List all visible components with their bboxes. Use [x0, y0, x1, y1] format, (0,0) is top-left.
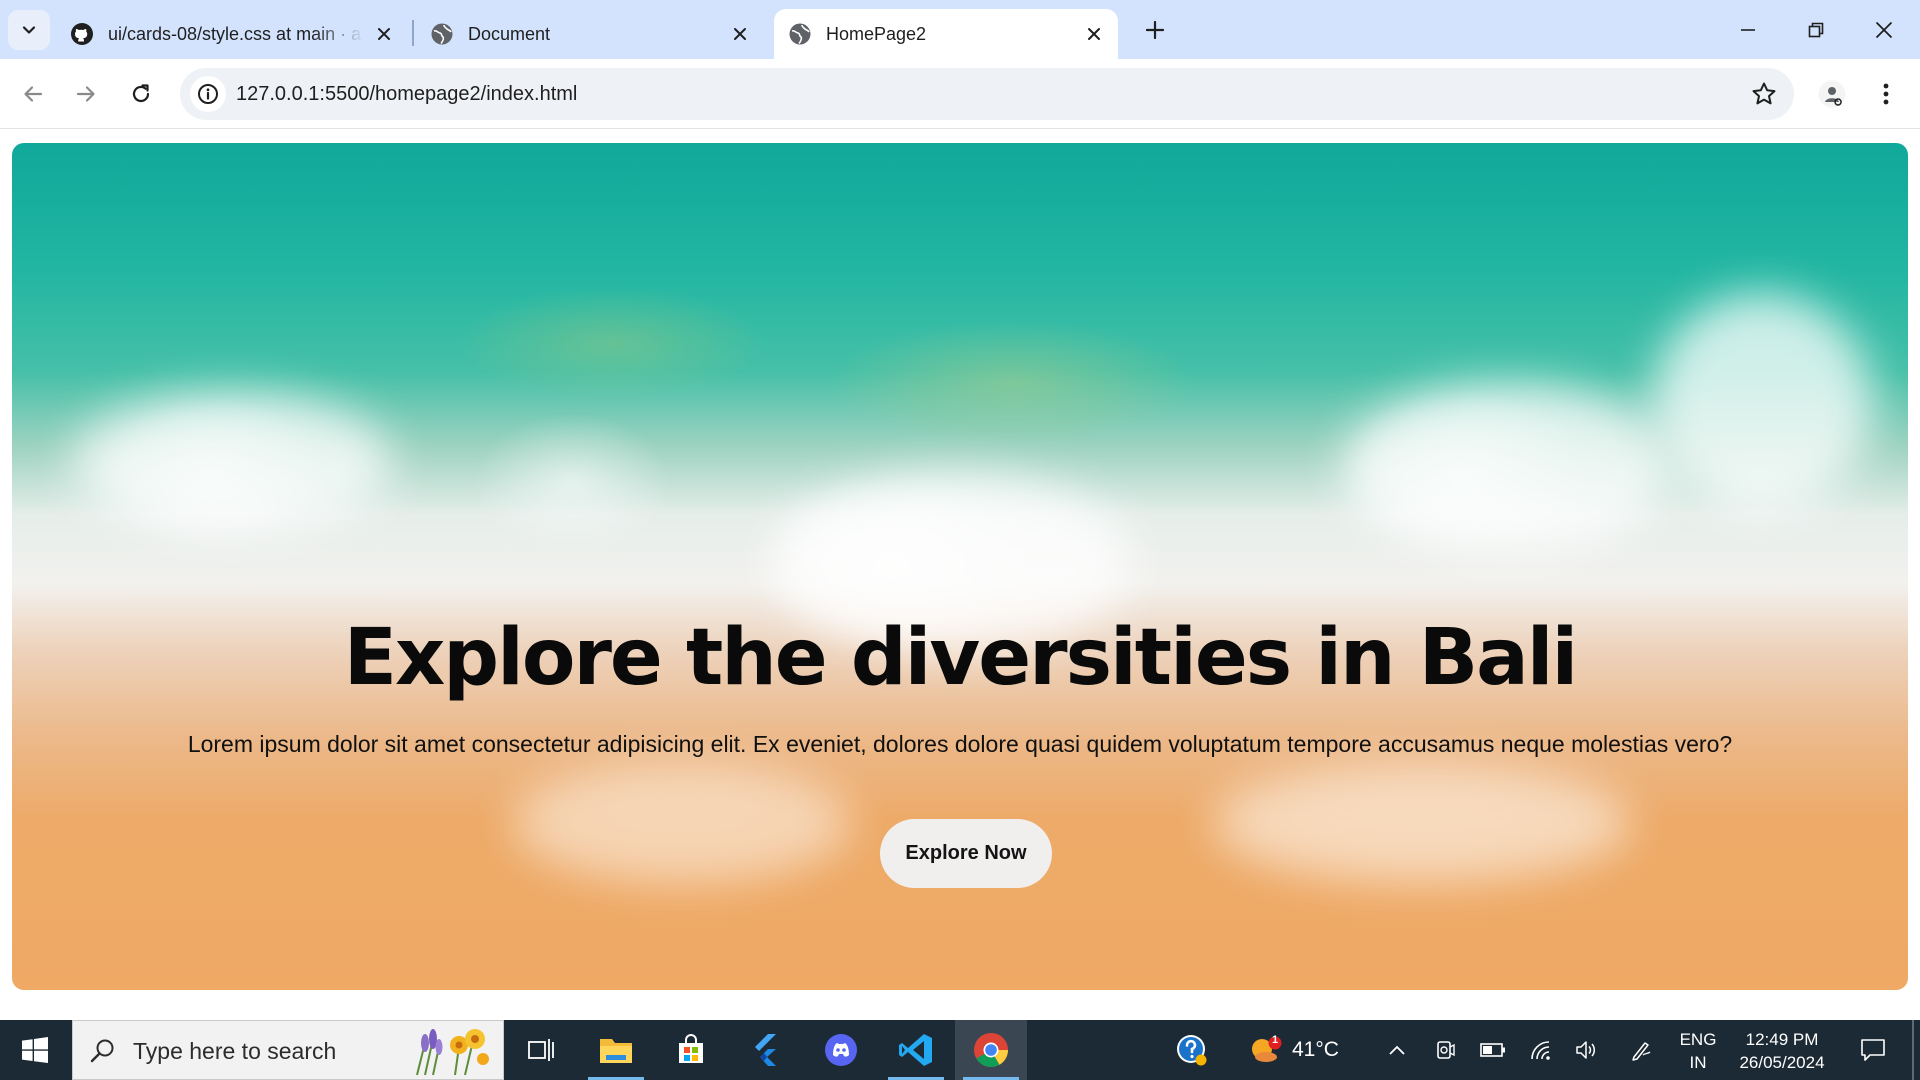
- weather-temperature: 41°C: [1292, 1038, 1339, 1061]
- task-view-icon: [528, 1039, 554, 1061]
- globe-icon: [430, 22, 454, 46]
- new-tab-button[interactable]: [1138, 13, 1172, 47]
- chrome-icon: [974, 1033, 1008, 1067]
- wifi-icon: [1531, 1041, 1550, 1060]
- tab-homepage2[interactable]: HomePage2: [774, 9, 1118, 59]
- tab-strip: ui/cards-08/style.css at main · a Docume…: [0, 0, 1920, 59]
- pen-workspace-button[interactable]: [1626, 1020, 1656, 1080]
- file-explorer-icon: [600, 1039, 632, 1063]
- meet-now-button[interactable]: [1430, 1020, 1460, 1080]
- microsoft-store-icon: [679, 1034, 703, 1063]
- info-icon: [198, 84, 218, 104]
- clock[interactable]: 12:49 PM 26/05/2024: [1730, 1028, 1834, 1074]
- vscode-icon: [899, 1034, 932, 1066]
- restore-icon: [1808, 22, 1824, 37]
- tab-search-button[interactable]: [8, 10, 50, 50]
- tab-title: Document: [468, 23, 551, 44]
- hero-title: Explore the diversities in Bali: [343, 613, 1579, 703]
- menu-button[interactable]: [1866, 74, 1906, 114]
- battery-icon: [1480, 1043, 1505, 1057]
- flowers-illustration-icon: [416, 1029, 489, 1076]
- notifications-button[interactable]: [1850, 1020, 1896, 1080]
- speaker-icon: [1576, 1041, 1596, 1059]
- browser-toolbar: 127.0.0.1:5500/homepage2/index.html: [0, 59, 1920, 129]
- help-button[interactable]: [1172, 1020, 1212, 1080]
- language-region: IN: [1689, 1053, 1707, 1072]
- taskbar-app-file-explorer[interactable]: [580, 1020, 652, 1080]
- close-icon: [1875, 21, 1893, 38]
- tab-github[interactable]: ui/cards-08/style.css at main · a: [56, 9, 408, 59]
- url-text[interactable]: 127.0.0.1:5500/homepage2/index.html: [236, 68, 577, 120]
- tab-title: HomePage2: [826, 23, 927, 44]
- start-button[interactable]: [0, 1020, 70, 1080]
- tab-separator: [412, 20, 414, 46]
- taskbar-app-chrome[interactable]: [955, 1020, 1027, 1080]
- minimize-button[interactable]: [1715, 0, 1781, 59]
- taskbar-app-flutter[interactable]: [730, 1020, 802, 1080]
- task-view-button[interactable]: [505, 1020, 577, 1080]
- taskbar-search[interactable]: Type here to search: [72, 1020, 504, 1080]
- explore-now-button[interactable]: Explore Now: [880, 819, 1052, 888]
- address-bar[interactable]: 127.0.0.1:5500/homepage2/index.html: [180, 68, 1794, 120]
- clock-date: 26/05/2024: [1739, 1053, 1825, 1072]
- profile-button[interactable]: [1812, 74, 1852, 114]
- weather-badge: 1: [1272, 1034, 1279, 1046]
- reload-button[interactable]: [121, 74, 161, 114]
- github-icon: [70, 22, 94, 46]
- site-info-button[interactable]: [190, 76, 226, 112]
- globe-icon: [788, 22, 812, 46]
- more-vertical-icon: [1883, 83, 1889, 105]
- sun-cloud-icon: [1252, 1036, 1282, 1062]
- arrow-left-icon: [24, 86, 43, 102]
- tab-document[interactable]: Document: [416, 9, 764, 59]
- chevron-up-icon: [1389, 1045, 1405, 1055]
- clock-time: 12:49 PM: [1745, 1030, 1819, 1049]
- volume-button[interactable]: [1570, 1020, 1604, 1080]
- show-hidden-icons-button[interactable]: [1382, 1020, 1412, 1080]
- chevron-down-icon: [22, 26, 36, 34]
- windows-logo-icon: [22, 1037, 48, 1063]
- forward-button[interactable]: [66, 74, 106, 114]
- minimize-icon: [1741, 28, 1755, 31]
- star-icon: [1752, 82, 1776, 105]
- taskbar-app-discord[interactable]: [805, 1020, 877, 1080]
- pen-icon: [1632, 1042, 1651, 1061]
- notification-icon: [1861, 1039, 1885, 1061]
- language-indicator[interactable]: ENG IN: [1668, 1028, 1728, 1074]
- language-code: ENG: [1679, 1030, 1717, 1049]
- battery-button[interactable]: [1476, 1020, 1510, 1080]
- hero-content: Explore the diversities in Bali Lorem ip…: [12, 143, 1908, 990]
- profile-avatar-icon: [1818, 80, 1846, 108]
- tab-title: ui/cards-08/style.css at main · a: [108, 23, 362, 44]
- back-button[interactable]: [13, 74, 53, 114]
- reload-icon: [132, 84, 150, 103]
- windows-taskbar: Type here to search 1 41°C ENG IN 12:49 …: [0, 1020, 1920, 1080]
- discord-icon: [825, 1034, 857, 1066]
- close-icon[interactable]: [728, 22, 752, 46]
- hero-description: Lorem ipsum dolor sit amet consectetur a…: [187, 731, 1733, 757]
- close-icon[interactable]: [372, 22, 396, 46]
- weather-widget[interactable]: 1 41°C: [1248, 1020, 1348, 1080]
- search-icon: [90, 1039, 114, 1063]
- arrow-right-icon: [76, 86, 95, 102]
- help-icon: [1177, 1035, 1207, 1066]
- network-button[interactable]: [1524, 1020, 1558, 1080]
- plus-icon: [1146, 21, 1164, 39]
- close-window-button[interactable]: [1851, 0, 1917, 59]
- hero-section: Explore the diversities in Bali Lorem ip…: [12, 143, 1908, 990]
- bookmark-button[interactable]: [1750, 80, 1778, 108]
- close-icon[interactable]: [1082, 22, 1106, 46]
- search-placeholder: Type here to search: [133, 1038, 337, 1064]
- taskbar-app-microsoft-store[interactable]: [655, 1020, 727, 1080]
- restore-button[interactable]: [1783, 0, 1849, 59]
- flutter-icon: [755, 1034, 776, 1066]
- meet-now-icon: [1437, 1041, 1455, 1059]
- show-desktop-button[interactable]: [1912, 1020, 1914, 1080]
- taskbar-app-vscode[interactable]: [880, 1020, 952, 1080]
- page-viewport: Explore the diversities in Bali Lorem ip…: [0, 130, 1920, 1020]
